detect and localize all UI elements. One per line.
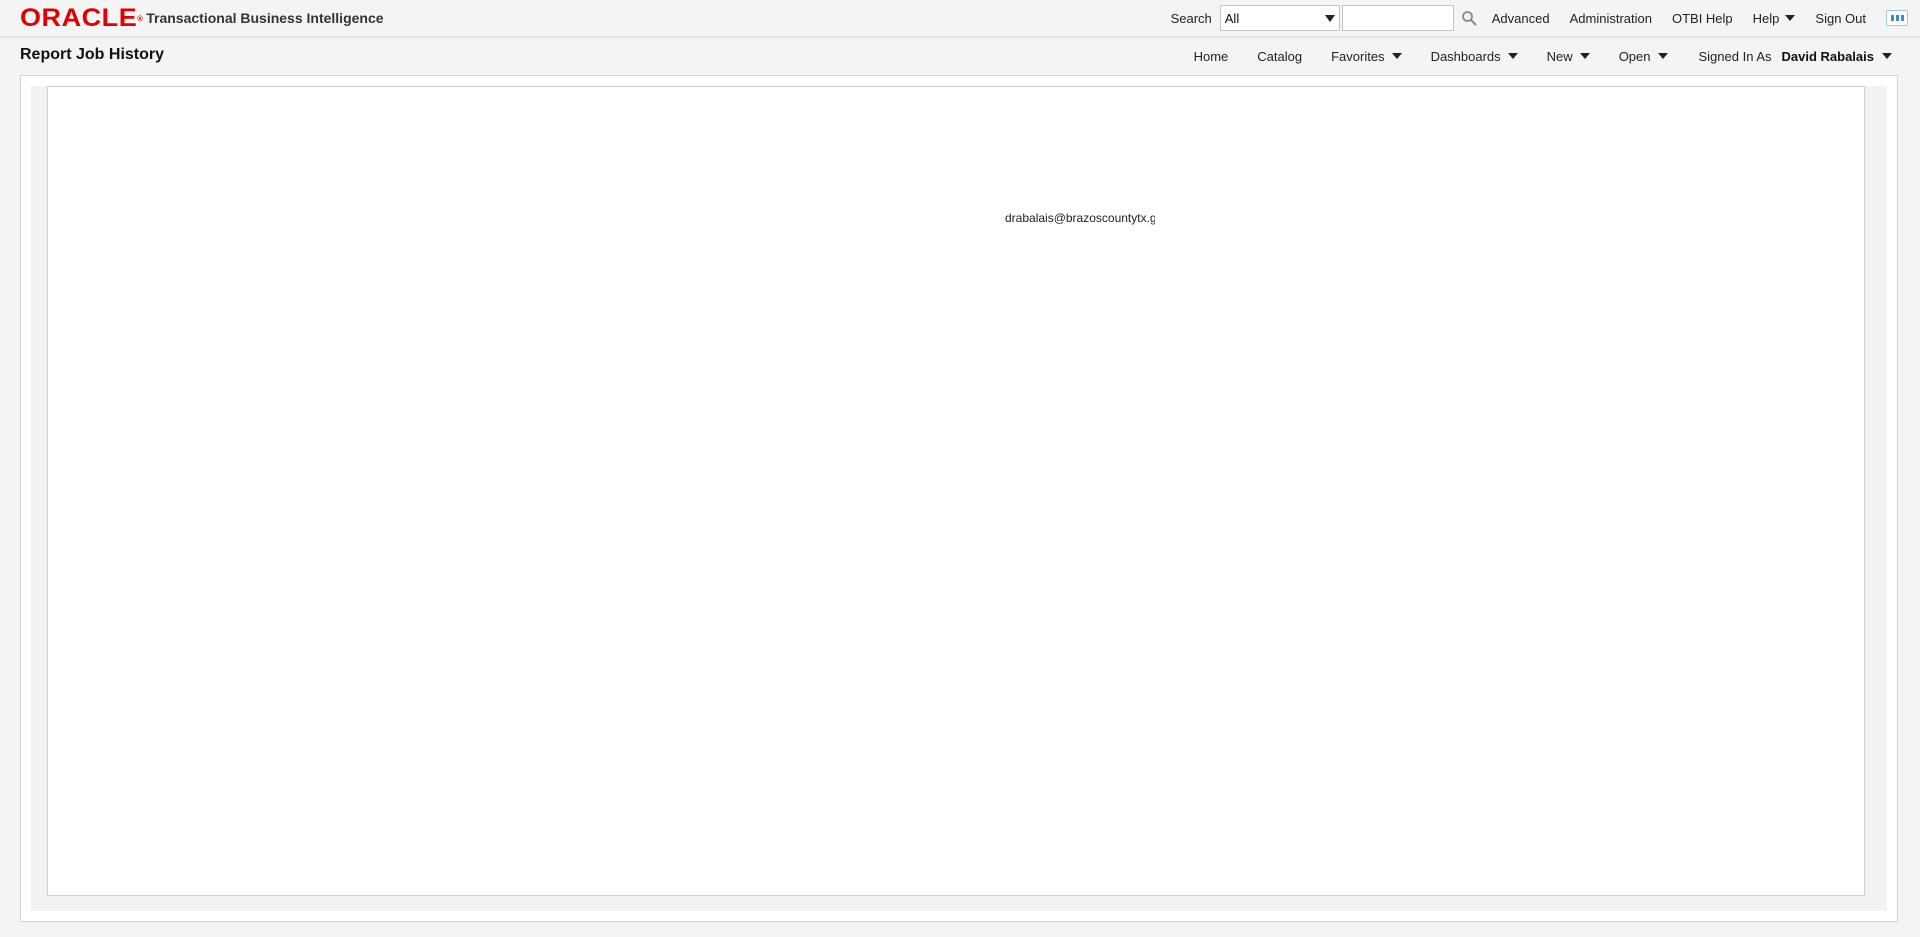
chevron-down-icon <box>1324 14 1335 22</box>
page-title: Report Job History <box>20 46 165 63</box>
nav-new-label: New <box>1546 48 1573 64</box>
nav-open-label: Open <box>1618 48 1651 64</box>
chevron-down-icon <box>1507 53 1518 59</box>
product-name: Transactional Business Intelligence <box>146 10 384 26</box>
nav-favorites-label: Favorites <box>1331 48 1385 64</box>
chevron-down-icon <box>1579 53 1590 59</box>
search-scope-value: All <box>1224 10 1240 26</box>
apps-grid-icon[interactable] <box>1886 10 1908 26</box>
chevron-down-icon <box>1882 53 1892 59</box>
nav-dashboards-label: Dashboards <box>1430 48 1501 64</box>
chevron-down-icon <box>1391 53 1402 59</box>
search-label: Search <box>1170 10 1212 26</box>
oracle-logo: ORACLE® <box>20 4 144 32</box>
nav-favorites[interactable]: Favorites <box>1331 48 1402 64</box>
user-name: David Rabalais <box>1781 48 1875 64</box>
search-scope-select[interactable]: All <box>1219 5 1340 31</box>
advanced-link[interactable]: Advanced <box>1492 11 1550 26</box>
otbi-help-link[interactable]: OTBI Help <box>1672 11 1733 26</box>
nav-home[interactable]: Home <box>1194 49 1229 64</box>
nav-dashboards[interactable]: Dashboards <box>1431 49 1518 64</box>
nav-open[interactable]: Open <box>1619 49 1668 64</box>
user-menu[interactable]: David Rabalais <box>1781 48 1892 64</box>
chevron-down-icon <box>1785 15 1796 21</box>
search-icon[interactable] <box>1460 9 1478 27</box>
help-menu-label: Help <box>1752 10 1780 26</box>
signed-in-label: Signed In As <box>1698 48 1772 64</box>
header-toolbar: Search All Advanced Administration OTBI … <box>1171 0 1920 36</box>
content-panel: drabalais@brazoscountytx.g <box>20 75 1898 922</box>
report-frame: drabalais@brazoscountytx.g <box>47 86 1865 896</box>
report-email-text: drabalais@brazoscountytx.g <box>1005 211 1155 225</box>
nav-new[interactable]: New <box>1547 49 1590 64</box>
top-header-bar: ORACLE® Transactional Business Intellige… <box>0 0 1920 37</box>
chevron-down-icon <box>1657 53 1668 59</box>
sub-header-bar: Report Job History Home Catalog Favorite… <box>0 37 1920 75</box>
search-input[interactable] <box>1341 5 1454 31</box>
nav-catalog[interactable]: Catalog <box>1257 49 1302 64</box>
content-inner: drabalais@brazoscountytx.g <box>31 86 1887 911</box>
administration-link[interactable]: Administration <box>1570 11 1652 26</box>
sign-out-link[interactable]: Sign Out <box>1815 11 1866 26</box>
brand: ORACLE® Transactional Business Intellige… <box>20 4 384 32</box>
global-nav: Home Catalog Favorites Dashboards New Op… <box>1165 37 1892 75</box>
help-menu[interactable]: Help <box>1753 11 1796 26</box>
